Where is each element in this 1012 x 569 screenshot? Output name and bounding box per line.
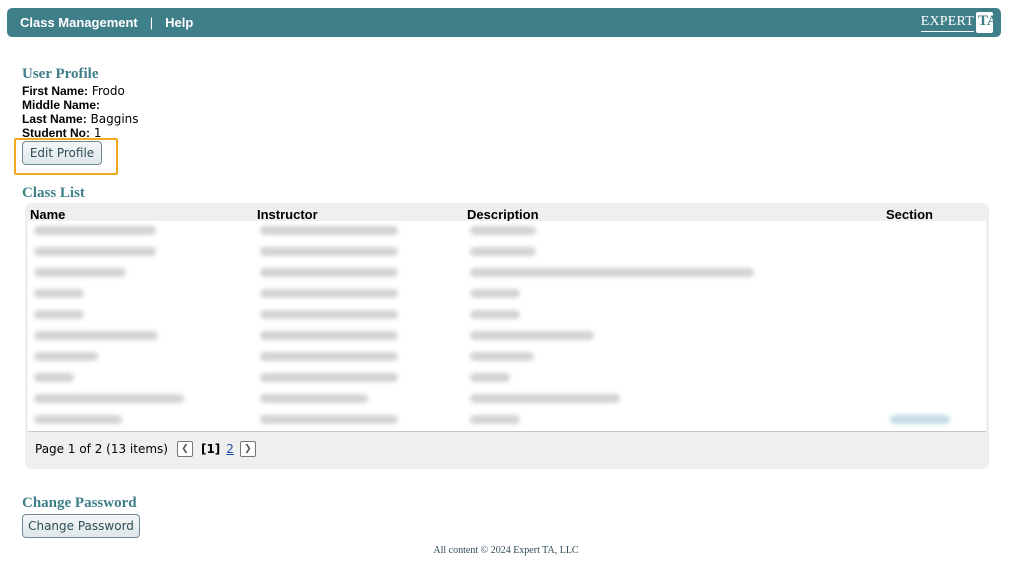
table-row[interactable] <box>28 389 986 410</box>
blurred-cell <box>260 226 398 235</box>
blurred-cell <box>260 415 398 424</box>
first-name-value: Frodo <box>91 84 125 98</box>
col-instructor-header[interactable]: Instructor <box>257 207 318 222</box>
page-2-link[interactable]: 2 <box>226 442 234 456</box>
blurred-cell <box>470 268 754 277</box>
blurred-cell <box>34 415 122 424</box>
table-row[interactable] <box>28 347 986 368</box>
logo-mark-letters: TA <box>978 13 998 29</box>
last-name-value: Baggins <box>90 112 139 126</box>
footer-copyright: All content © 2024 Expert TA, LLC <box>433 545 579 556</box>
next-page-icon[interactable]: ❯ <box>239 441 256 457</box>
blurred-cell <box>260 352 398 361</box>
first-name-label: First Name: <box>22 84 89 98</box>
first-name-row: First Name: Frodo <box>22 84 139 98</box>
table-row[interactable] <box>28 221 986 242</box>
last-name-label: Last Name: <box>22 112 87 126</box>
change-password-heading: Change Password <box>22 495 137 511</box>
grid-body <box>28 221 986 432</box>
user-profile-heading: User Profile <box>22 66 99 82</box>
nav-separator: | <box>149 15 154 30</box>
class-list-heading: Class List <box>22 185 85 201</box>
last-name-row: Last Name: Baggins <box>22 112 139 126</box>
blurred-cell <box>34 394 184 403</box>
profile-details: First Name: Frodo Middle Name: Last Name… <box>22 84 139 140</box>
change-password-button[interactable]: Change Password <box>22 514 140 538</box>
blurred-cell <box>260 247 398 256</box>
blurred-cell <box>260 289 398 298</box>
expert-ta-logo[interactable]: EXPERT TA <box>920 11 998 34</box>
blurred-cell <box>34 331 158 340</box>
blurred-cell <box>34 373 74 382</box>
class-list-grid: Name Instructor Description Section Page… <box>25 203 989 469</box>
col-name-header[interactable]: Name <box>30 207 65 222</box>
logo-text: EXPERT <box>920 14 974 32</box>
blurred-cell <box>470 310 520 319</box>
blurred-cell <box>260 268 398 277</box>
middle-name-label: Middle Name: <box>22 98 101 112</box>
col-section-header[interactable]: Section <box>886 207 933 222</box>
prev-page-icon[interactable]: ❮ <box>176 441 193 457</box>
table-row[interactable] <box>28 368 986 389</box>
blurred-cell <box>470 331 594 340</box>
middle-name-row: Middle Name: <box>22 98 139 112</box>
table-row[interactable] <box>28 242 986 263</box>
blurred-cell <box>34 289 84 298</box>
blurred-cell <box>260 310 398 319</box>
nav-class-management[interactable]: Class Management <box>20 15 138 30</box>
blurred-cell <box>470 247 536 256</box>
pager: Page 1 of 2 (13 items) ❮ [1] 2 ❯ <box>35 441 256 457</box>
top-navigation-bar: Class Management | Help EXPERT TA <box>7 8 1001 37</box>
table-row[interactable] <box>28 284 986 305</box>
pager-summary: Page 1 of 2 (13 items) <box>35 442 168 456</box>
blurred-cell <box>260 331 398 340</box>
blurred-cell <box>890 415 950 424</box>
table-row[interactable] <box>28 410 986 431</box>
blurred-cell <box>470 415 520 424</box>
blurred-cell <box>260 373 398 382</box>
table-row[interactable] <box>28 263 986 284</box>
blurred-cell <box>34 310 84 319</box>
blurred-cell <box>260 394 368 403</box>
blurred-cell <box>470 226 536 235</box>
table-row[interactable] <box>28 305 986 326</box>
blurred-cell <box>34 247 156 256</box>
blurred-cell <box>470 289 520 298</box>
logo-mark-icon: TA <box>976 12 998 33</box>
nav-help[interactable]: Help <box>165 15 193 30</box>
current-page: [1] <box>200 442 221 456</box>
main-nav: Class Management | Help <box>20 15 193 30</box>
blurred-cell <box>470 394 620 403</box>
blurred-cell <box>34 226 156 235</box>
blurred-cell <box>470 352 534 361</box>
blurred-cell <box>34 352 98 361</box>
col-description-header[interactable]: Description <box>467 207 539 222</box>
edit-profile-button[interactable]: Edit Profile <box>22 141 102 165</box>
blurred-cell <box>470 373 510 382</box>
blurred-cell <box>34 268 126 277</box>
table-row[interactable] <box>28 326 986 347</box>
